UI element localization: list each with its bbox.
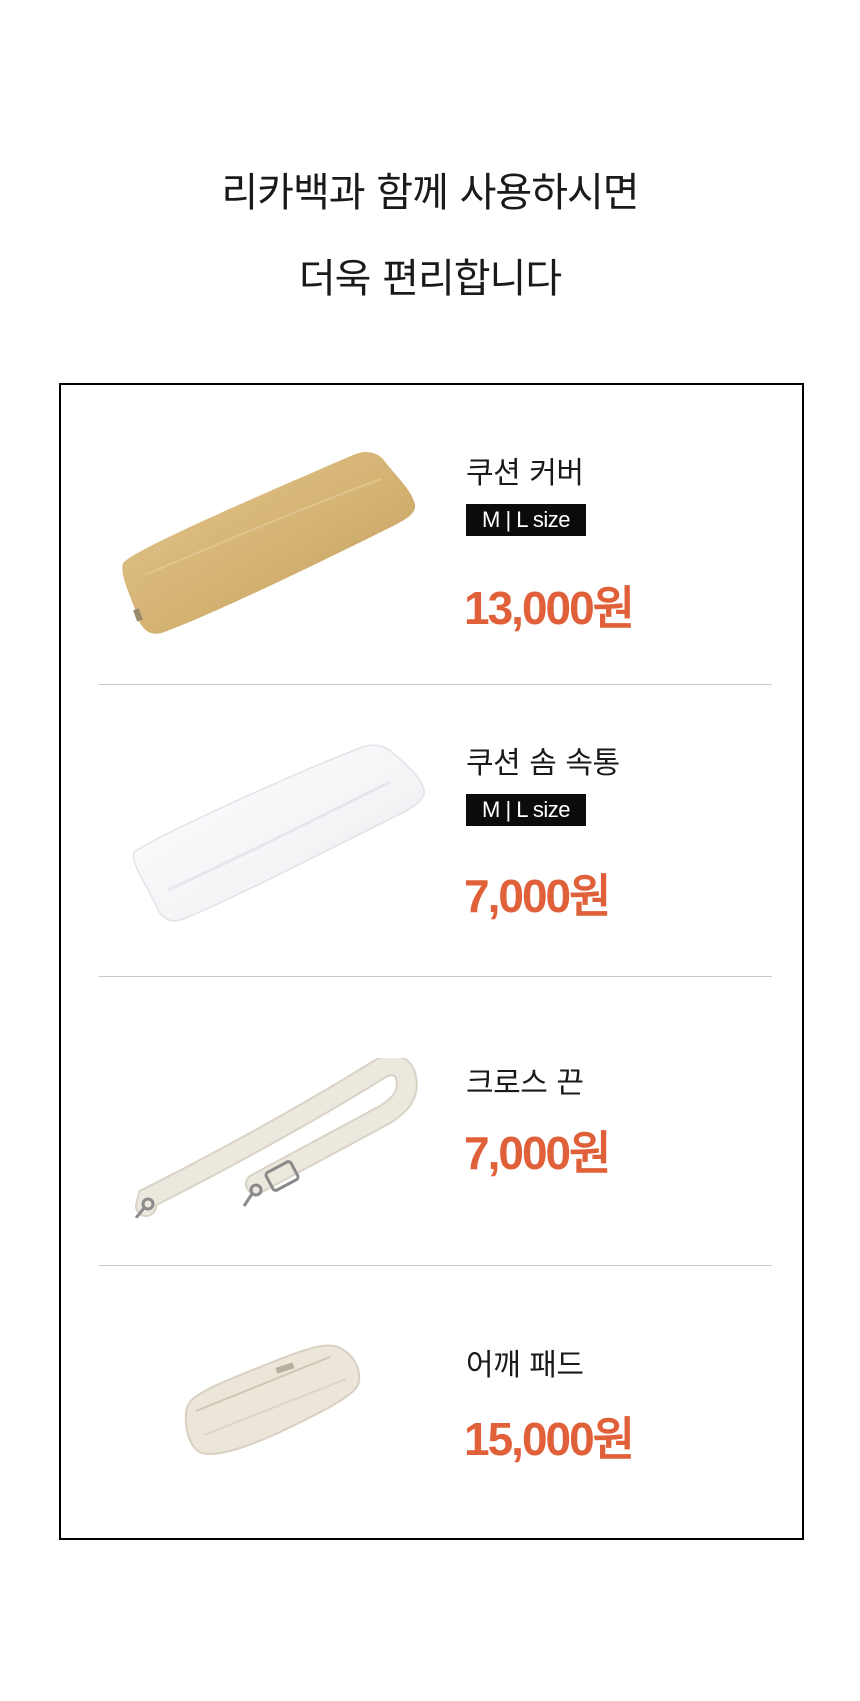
product-name: 쿠션 솜 속통 bbox=[466, 746, 620, 781]
product-price: 7,000원 bbox=[464, 870, 611, 922]
divider bbox=[99, 976, 772, 977]
product-name: 어깨 패드 bbox=[466, 1348, 584, 1383]
product-price: 7,000원 bbox=[464, 1127, 611, 1179]
shoulder-pad-image bbox=[184, 1344, 361, 1455]
product-name: 크로스 끈 bbox=[466, 1066, 584, 1101]
divider bbox=[99, 684, 772, 685]
size-badge: M | L size bbox=[466, 504, 586, 536]
size-badge: M | L size bbox=[466, 794, 586, 826]
product-price: 15,000원 bbox=[464, 1413, 635, 1465]
product-name: 쿠션 커버 bbox=[466, 456, 584, 491]
cross-strap-image bbox=[134, 1058, 418, 1218]
white-cushion-insert-image bbox=[132, 744, 425, 922]
product-price: 13,000원 bbox=[464, 582, 635, 634]
headline-line-1: 리카백과 함께 사용하시면 bbox=[221, 170, 639, 216]
headline: 리카백과 함께 사용하시면 더욱 편리합니다 bbox=[0, 150, 860, 322]
divider bbox=[99, 1265, 772, 1266]
headline-line-2: 더욱 편리합니다 bbox=[298, 256, 562, 302]
beige-cushion-cover-image bbox=[122, 452, 416, 634]
